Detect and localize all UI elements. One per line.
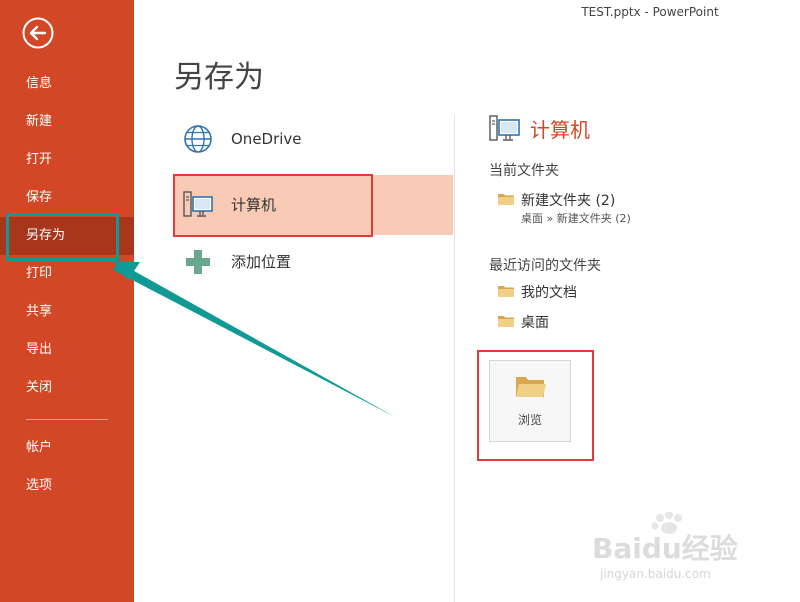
browse-button[interactable]: 浏览 [489, 360, 571, 442]
paw-logo-icon: Baidu经验 jingyan.baidu.com [592, 511, 738, 581]
folder-icon [498, 286, 514, 297]
folder-name: 我的文档 [521, 285, 577, 301]
nav-open[interactable]: 打开 [0, 141, 134, 179]
backstage-sidebar: 信息 新建 打开 保存 另存为 打印 共享 导出 关闭 帐户 选项 [0, 0, 134, 602]
computer-icon [183, 191, 213, 217]
folder-icon [498, 194, 514, 205]
folder-path: 桌面 » 新建文件夹 (2) [521, 212, 631, 225]
nav-print[interactable]: 打印 [0, 255, 134, 293]
column-divider [454, 115, 455, 602]
nav-share[interactable]: 共享 [0, 293, 134, 331]
nav-export[interactable]: 导出 [0, 331, 134, 369]
folder-name: 新建文件夹 (2) [521, 193, 616, 209]
nav-close[interactable]: 关闭 [0, 369, 134, 407]
place-label: 添加位置 [231, 253, 292, 271]
watermark: Baidu经验 jingyan.baidu.com [590, 511, 760, 582]
right-panel-title: 计算机 [530, 118, 590, 142]
nav-divider [26, 419, 108, 420]
open-folder-icon [516, 377, 546, 397]
place-computer[interactable]: 计算机 [174, 175, 453, 235]
computer-icon [489, 115, 520, 141]
nav-info[interactable]: 信息 [0, 65, 134, 103]
nav-save-as[interactable]: 另存为 [0, 217, 134, 255]
nav-new[interactable]: 新建 [0, 103, 134, 141]
nav-options[interactable]: 选项 [0, 467, 134, 505]
place-label: OneDrive [231, 130, 302, 148]
watermark-text: Baidu经验 [592, 532, 738, 565]
folder-name: 桌面 [521, 315, 549, 331]
watermark-url: jingyan.baidu.com [599, 567, 711, 581]
browse-label: 浏览 [517, 413, 542, 427]
recent-folders-heading: 最近访问的文件夹 [489, 258, 601, 274]
nav-account[interactable]: 帐户 [0, 429, 134, 467]
place-add[interactable]: 添加位置 [174, 232, 453, 292]
back-button[interactable] [22, 17, 54, 49]
back-arrow-icon [22, 17, 54, 49]
plus-icon [186, 250, 210, 274]
place-onedrive[interactable]: OneDrive [174, 109, 453, 169]
place-label: 计算机 [231, 196, 277, 214]
window-title: TEST.pptx - PowerPoint [581, 5, 719, 19]
globe-icon [184, 125, 212, 153]
folder-icon [498, 316, 514, 327]
page-title: 另存为 [174, 60, 264, 95]
current-folder-heading: 当前文件夹 [489, 163, 559, 179]
nav-save[interactable]: 保存 [0, 179, 134, 217]
